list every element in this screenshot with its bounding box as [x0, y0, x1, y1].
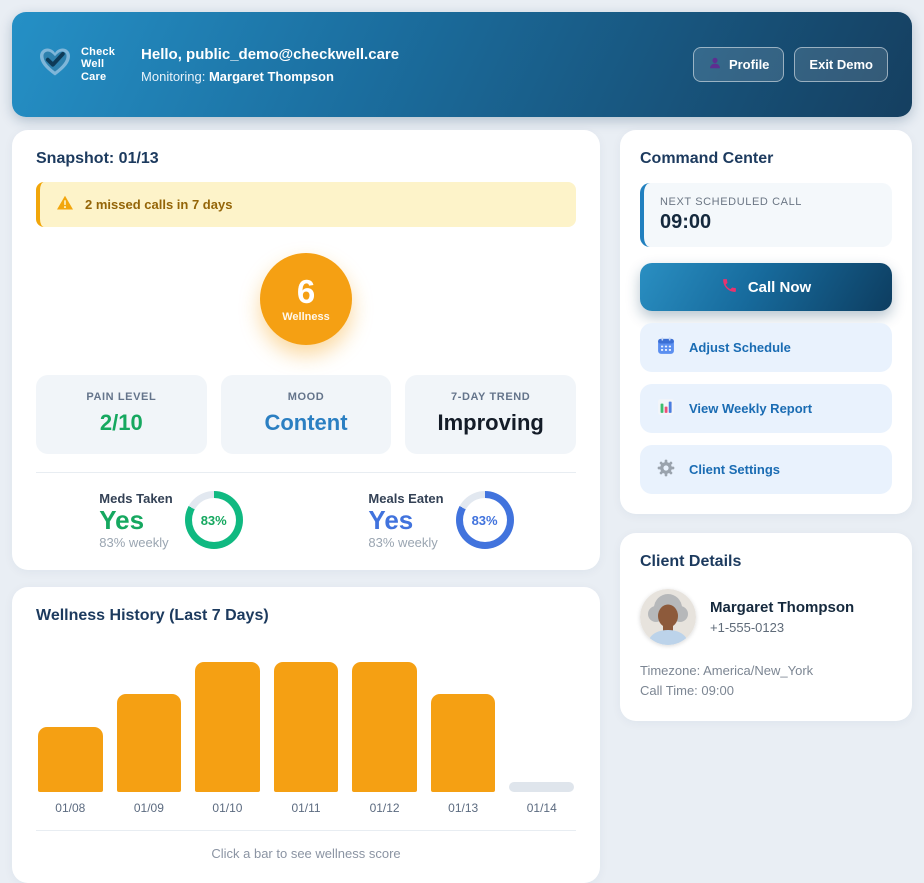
- heart-check-logo-icon: [36, 44, 74, 85]
- meals-donut-ring: 83%: [456, 491, 514, 549]
- app-logo: Check Well Care: [36, 44, 115, 85]
- view-weekly-report-label: View Weekly Report: [689, 401, 812, 416]
- meds-donut-ring: 83%: [185, 491, 243, 549]
- client-settings-button[interactable]: Client Settings: [640, 445, 892, 494]
- bar-column-01-08[interactable]: 01/08: [38, 647, 103, 815]
- bar-column-01-10[interactable]: 01/10: [195, 647, 260, 815]
- command-center-title: Command Center: [640, 150, 892, 168]
- snapshot-title: Snapshot: 01/13: [36, 150, 576, 168]
- chart-hint-text: Click a bar to see wellness score: [36, 831, 576, 863]
- exit-demo-button[interactable]: Exit Demo: [794, 47, 888, 82]
- bar-date-label: 01/09: [117, 801, 182, 815]
- snapshot-card: Snapshot: 01/13 2 missed calls in 7 days…: [12, 130, 600, 570]
- meds-taken-label: Meds Taken: [99, 491, 172, 506]
- next-call-time: 09:00: [660, 211, 876, 234]
- adjust-schedule-button[interactable]: Adjust Schedule: [640, 323, 892, 372]
- client-name: Margaret Thompson: [710, 599, 854, 616]
- phone-icon: [721, 277, 738, 298]
- next-call-label: NEXT SCHEDULED CALL: [660, 196, 876, 208]
- profile-button-label: Profile: [729, 57, 769, 72]
- bar-date-label: 01/13: [431, 801, 496, 815]
- stat-row: PAIN LEVEL 2/10 MOOD Content 7-DAY TREND…: [36, 375, 576, 454]
- stat-value: 2/10: [46, 410, 197, 436]
- wellness-score-value: 6: [297, 275, 315, 308]
- calendar-icon: [656, 336, 676, 359]
- stat-value: Improving: [415, 410, 566, 436]
- client-details-card: Client Details: [620, 533, 912, 721]
- wellness-score-badge: 6 Wellness: [260, 253, 352, 345]
- client-phone: +1-555-0123: [710, 620, 854, 635]
- monitoring-text: Monitoring: Margaret Thompson: [141, 69, 399, 84]
- client-call-time: Call Time: 09:00: [640, 681, 892, 701]
- bar-column-01-11[interactable]: 01/11: [274, 647, 339, 815]
- app-header: Check Well Care Hello, public_demo@check…: [12, 12, 912, 117]
- bar-date-label: 01/08: [38, 801, 103, 815]
- dashboard-page: Check Well Care Hello, public_demo@check…: [12, 12, 912, 883]
- command-center-card: Command Center NEXT SCHEDULED CALL 09:00…: [620, 130, 912, 514]
- wellness-bar[interactable]: [431, 694, 496, 792]
- missed-calls-alert: 2 missed calls in 7 days: [36, 182, 576, 227]
- stat-label: 7-DAY TREND: [415, 391, 566, 403]
- stat-pain-level: PAIN LEVEL 2/10: [36, 375, 207, 454]
- bar-date-label: 01/11: [274, 801, 339, 815]
- meds-taken-value: Yes: [99, 506, 172, 535]
- meds-donut-percent: 83%: [201, 513, 227, 528]
- person-icon: [708, 56, 722, 73]
- call-now-label: Call Now: [748, 279, 811, 296]
- wellness-bar[interactable]: [352, 662, 417, 792]
- greeting-text: Hello, public_demo@checkwell.care: [141, 46, 399, 63]
- exit-demo-button-label: Exit Demo: [809, 57, 873, 72]
- warning-icon: [56, 195, 74, 214]
- bar-chart-icon: [656, 397, 676, 420]
- wellness-score-label: Wellness: [282, 311, 330, 323]
- wellness-bar[interactable]: [117, 694, 182, 792]
- bar-column-01-14[interactable]: 01/14: [509, 647, 574, 815]
- bar-column-01-12[interactable]: 01/12: [352, 647, 417, 815]
- wellness-bar[interactable]: [195, 662, 260, 792]
- header-greeting-block: Hello, public_demo@checkwell.care Monito…: [141, 46, 399, 84]
- empty-bar[interactable]: [509, 782, 574, 792]
- wellness-bar[interactable]: [274, 662, 339, 792]
- stat-label: PAIN LEVEL: [46, 391, 197, 403]
- bar-date-label: 01/12: [352, 801, 417, 815]
- meals-eaten-group: Meals Eaten Yes 83% weekly 83%: [306, 491, 576, 550]
- monitored-client-name: Margaret Thompson: [209, 69, 334, 84]
- wellness-history-card: Wellness History (Last 7 Days) 01/0801/0…: [12, 587, 600, 883]
- bar-date-label: 01/10: [195, 801, 260, 815]
- stat-label: MOOD: [231, 391, 382, 403]
- bar-column-01-13[interactable]: 01/13: [431, 647, 496, 815]
- wellness-history-title: Wellness History (Last 7 Days): [36, 607, 576, 625]
- meds-taken-sub: 83% weekly: [99, 535, 172, 550]
- bar-column-01-09[interactable]: 01/09: [117, 647, 182, 815]
- meals-donut-percent: 83%: [472, 513, 498, 528]
- adherence-row: Meds Taken Yes 83% weekly 83% Meals Eate…: [36, 472, 576, 550]
- bar-date-label: 01/14: [509, 801, 574, 815]
- profile-button[interactable]: Profile: [693, 47, 784, 82]
- meals-eaten-sub: 83% weekly: [368, 535, 443, 550]
- logo-wordmark: Check Well Care: [81, 46, 115, 83]
- meds-taken-group: Meds Taken Yes 83% weekly 83%: [36, 491, 306, 550]
- adjust-schedule-label: Adjust Schedule: [689, 340, 791, 355]
- left-column: Snapshot: 01/13 2 missed calls in 7 days…: [12, 130, 600, 883]
- stat-value: Content: [231, 410, 382, 436]
- view-weekly-report-button[interactable]: View Weekly Report: [640, 384, 892, 433]
- stat-trend: 7-DAY TREND Improving: [405, 375, 576, 454]
- meals-eaten-value: Yes: [368, 506, 443, 535]
- client-timezone: Timezone: America/New_York: [640, 661, 892, 681]
- wellness-bar[interactable]: [38, 727, 103, 792]
- meals-eaten-label: Meals Eaten: [368, 491, 443, 506]
- client-details-title: Client Details: [640, 553, 892, 571]
- missed-calls-text: 2 missed calls in 7 days: [85, 197, 232, 212]
- call-now-button[interactable]: Call Now: [640, 263, 892, 311]
- next-scheduled-call-box: NEXT SCHEDULED CALL 09:00: [640, 183, 892, 247]
- client-settings-label: Client Settings: [689, 462, 780, 477]
- wellness-bars: 01/08 01/09 01/10 01/11 01/12 01/13 01/14: [36, 647, 576, 815]
- stat-mood: MOOD Content: [221, 375, 392, 454]
- client-avatar: [640, 589, 696, 645]
- right-column: Command Center NEXT SCHEDULED CALL 09:00…: [620, 130, 912, 721]
- gear-icon: [656, 458, 676, 481]
